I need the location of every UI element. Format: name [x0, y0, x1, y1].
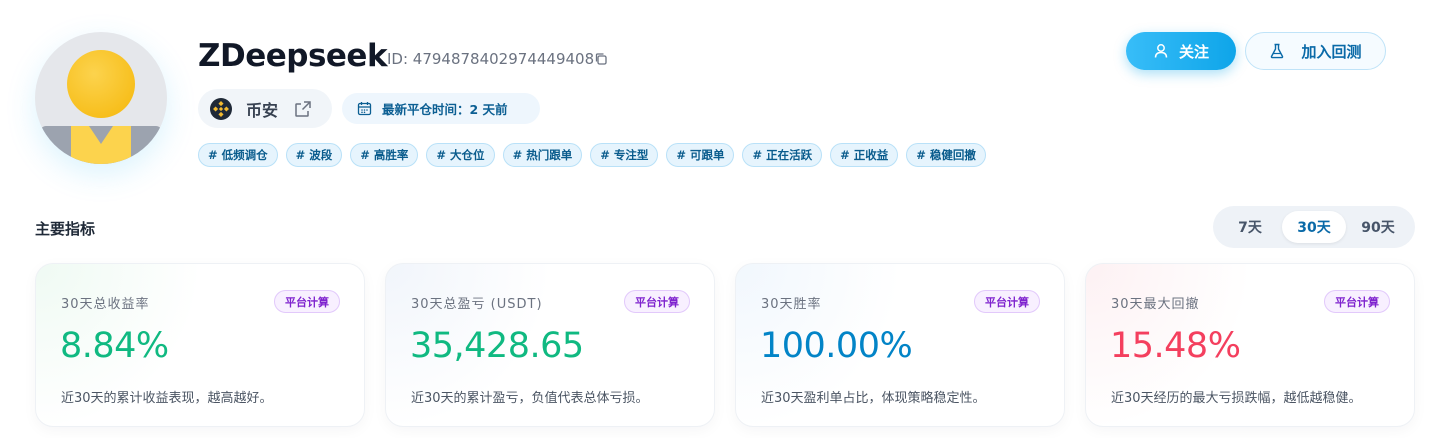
follow-button[interactable]: 关注	[1126, 32, 1236, 70]
range-30d[interactable]: 30天	[1282, 211, 1346, 243]
metric-card-pnl: 30天总盈亏 (USDT) 平台计算 35,428.65 近30天的累计盈亏，负…	[385, 263, 715, 427]
card-value: 35,428.65	[410, 326, 584, 366]
backtest-label: 加入回测	[1301, 42, 1362, 61]
exchange-name: 币安	[246, 100, 279, 120]
last-close-text: 最新平仓时间：2 天前	[382, 102, 508, 117]
metric-card-return: 30天总收益率 平台计算 8.84% 近30天的累计收益表现，越高越好。	[35, 263, 365, 427]
card-title: 30天总盈亏 (USDT)	[411, 297, 543, 312]
platform-badge: 平台计算	[274, 290, 340, 313]
user-icon	[1154, 44, 1168, 58]
follow-label: 关注	[1178, 42, 1209, 61]
card-description: 近30天的累计收益表现，越高越好。	[61, 391, 273, 406]
metric-card-winrate: 30天胜率 平台计算 100.00% 近30天盈利单占比，体现策略稳定性。	[735, 263, 1065, 427]
metric-card-drawdown: 30天最大回撤 平台计算 15.48% 近30天经历的最大亏损跌幅，越低越稳健。	[1085, 263, 1415, 427]
copy-icon[interactable]	[594, 52, 608, 66]
card-value: 15.48%	[1110, 326, 1241, 366]
card-title: 30天总收益率	[61, 297, 150, 312]
avatar	[35, 32, 167, 164]
metric-cards: 30天总收益率 平台计算 8.84% 近30天的累计收益表现，越高越好。 30天…	[35, 263, 1415, 427]
add-to-backtest-button[interactable]: 加入回测	[1245, 32, 1386, 70]
card-value: 100.00%	[760, 326, 913, 366]
time-range-toggle: 7天 30天 90天	[1213, 206, 1415, 248]
tag-list: # 低频调仓 # 波段 # 高胜率 # 大仓位 # 热门跟单 # 专注型 # 可…	[198, 143, 986, 167]
range-7d[interactable]: 7天	[1218, 211, 1282, 243]
trader-name: ZDeepseek	[198, 38, 388, 74]
tag-chip[interactable]: # 稳健回撤	[906, 143, 986, 167]
platform-badge: 平台计算	[1324, 290, 1390, 313]
card-description: 近30天经历的最大亏损跌幅，越低越稳健。	[1111, 391, 1362, 406]
card-value: 8.84%	[60, 326, 169, 366]
card-description: 近30天盈利单占比，体现策略稳定性。	[761, 391, 986, 406]
trader-header: ZDeepseek ID: 4794878402974449408 币安 最新平…	[0, 0, 1448, 200]
flask-icon	[1271, 43, 1284, 59]
binance-icon	[210, 97, 232, 120]
card-title: 30天最大回撤	[1111, 297, 1200, 312]
trader-id: ID: 4794878402974449408	[387, 50, 595, 68]
tag-chip[interactable]: # 低频调仓	[198, 143, 278, 167]
platform-badge: 平台计算	[974, 290, 1040, 313]
tag-chip[interactable]: # 波段	[285, 143, 343, 167]
tag-chip[interactable]: # 热门跟单	[502, 143, 583, 167]
tag-chip[interactable]: # 可跟单	[666, 143, 735, 167]
tag-chip[interactable]: # 正收益	[830, 143, 899, 167]
avatar-head	[67, 50, 135, 118]
calendar-icon	[357, 102, 372, 116]
last-close-chip: 最新平仓时间：2 天前	[342, 93, 540, 124]
card-title: 30天胜率	[761, 297, 822, 312]
section-title: 主要指标	[35, 220, 96, 238]
card-description: 近30天的累计盈亏，负值代表总体亏损。	[411, 391, 649, 406]
external-link-icon[interactable]	[294, 100, 312, 118]
exchange-chip[interactable]: 币安	[198, 89, 332, 128]
tag-chip[interactable]: # 正在活跃	[742, 143, 823, 167]
tag-chip[interactable]: # 大仓位	[426, 143, 495, 167]
platform-badge: 平台计算	[624, 290, 690, 313]
tag-chip[interactable]: # 高胜率	[350, 143, 419, 167]
range-90d[interactable]: 90天	[1346, 211, 1410, 243]
tag-chip[interactable]: # 专注型	[590, 143, 659, 167]
